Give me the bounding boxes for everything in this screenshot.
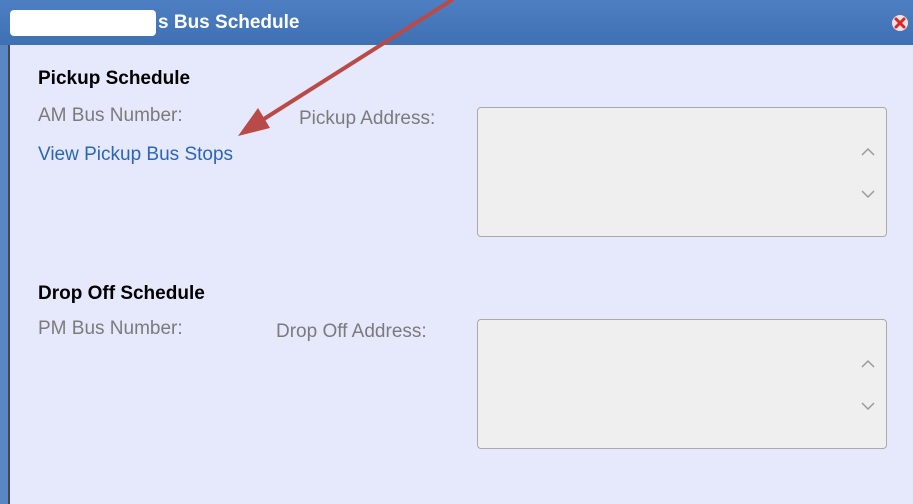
chevron-up-icon[interactable] — [860, 144, 876, 160]
view-pickup-bus-stops-link[interactable]: View Pickup Bus Stops — [38, 144, 233, 166]
chevron-down-icon[interactable] — [860, 398, 876, 414]
pickup-schedule-heading: Pickup Schedule — [38, 68, 191, 89]
dropoff-address-field[interactable] — [477, 319, 887, 449]
dropoff-address-label: Drop Off Address: — [276, 321, 427, 342]
dropoff-schedule-heading: Drop Off Schedule — [38, 283, 205, 304]
pickup-address-label: Pickup Address: — [299, 108, 436, 129]
am-bus-number-label: AM Bus Number: — [38, 105, 183, 126]
bus-schedule-dialog: s Bus Schedule Pickup Schedule AM Bus Nu… — [0, 0, 913, 504]
dialog-body: Pickup Schedule AM Bus Number: Pickup Ad… — [8, 45, 913, 504]
pm-bus-number-label: PM Bus Number: — [38, 318, 183, 339]
dialog-titlebar: s Bus Schedule — [0, 0, 913, 45]
chevron-up-icon[interactable] — [860, 356, 876, 372]
dialog-title: s Bus Schedule — [158, 12, 300, 33]
close-icon[interactable] — [891, 14, 909, 32]
chevron-down-icon[interactable] — [860, 186, 876, 202]
pickup-address-field[interactable] — [477, 107, 887, 237]
redaction-box — [10, 10, 156, 36]
